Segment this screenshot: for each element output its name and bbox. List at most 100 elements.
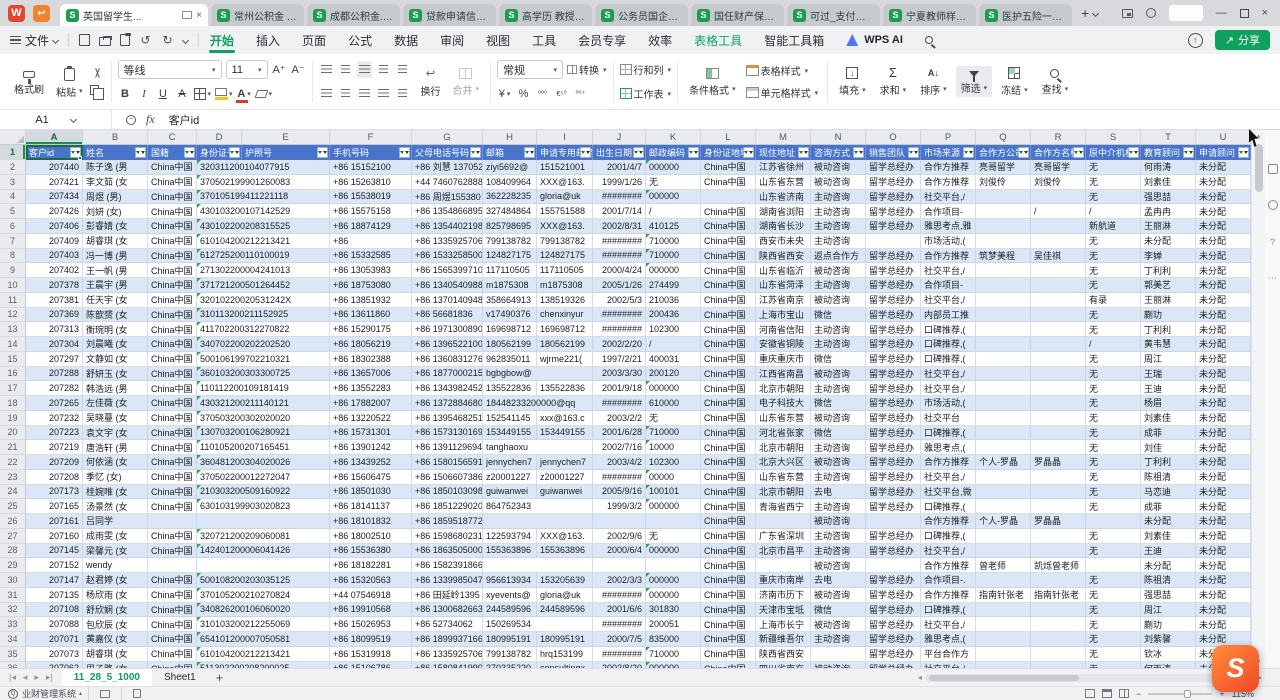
scroll-up-icon[interactable]: ▴ <box>1257 130 1261 142</box>
more-icon[interactable]: ⋯ <box>1267 273 1278 284</box>
cell-G7[interactable]: +86 1335925706 <box>412 234 483 249</box>
tab-close-icon[interactable]: × <box>196 10 202 21</box>
cell-D23[interactable]: 370502200012272047 <box>197 470 330 485</box>
cell-T5[interactable]: 孟冉冉 <box>1141 204 1196 219</box>
cell-J4[interactable]: ######## <box>593 190 646 205</box>
decrease-indent-button[interactable] <box>376 61 391 78</box>
cell-M14[interactable]: 安徽省铜陵 <box>756 337 811 352</box>
cell-Q7[interactable] <box>976 234 1031 249</box>
cell-M2[interactable]: 江苏省徐州 <box>756 160 811 175</box>
cell-R35[interactable] <box>1031 647 1086 662</box>
cell-B5[interactable]: 刘妍 (女) <box>83 204 148 219</box>
cell-K35[interactable]: 710000 <box>646 647 701 662</box>
cell-G31[interactable]: +86 田延岭1395 <box>412 588 483 603</box>
cell-D27[interactable]: 320721200209060081 <box>197 529 330 544</box>
cell-S17[interactable]: 无 <box>1086 381 1141 396</box>
cell-I30[interactable]: 153205639 <box>537 573 593 588</box>
cell-J27[interactable]: 2002/9/6 <box>593 529 646 544</box>
cell-C35[interactable]: China中国 <box>148 647 197 662</box>
cell-T12[interactable]: 蒯玏 <box>1141 308 1196 323</box>
cell-K7[interactable]: 710000 <box>646 234 701 249</box>
cell-L30[interactable]: China中国 <box>701 573 756 588</box>
header-cell-N1[interactable]: 咨询方式 <box>811 145 866 160</box>
cell-S27[interactable]: 无 <box>1086 529 1141 544</box>
rows-cols-button[interactable]: 行和列▾ <box>620 62 672 77</box>
header-cell-T1[interactable]: 教育顾问 <box>1141 145 1196 160</box>
cell-K16[interactable]: 200120 <box>646 367 701 382</box>
cell-R26[interactable]: 罗晶晶 <box>1031 514 1086 529</box>
row-header-5[interactable]: 5 <box>0 204 26 219</box>
cell-F25[interactable]: +86 18141137 <box>330 499 412 514</box>
cell-H24[interactable]: guiwanwei <box>483 485 537 500</box>
cell-G30[interactable]: +86 1339985047 <box>412 573 483 588</box>
filter-dropdown-icon[interactable] <box>399 147 410 158</box>
cell-P4[interactable]: 社交平台,/ <box>921 190 976 205</box>
cell-K4[interactable]: 000000 <box>646 190 701 205</box>
cell-C14[interactable]: China中国 <box>148 337 197 352</box>
cell-N14[interactable]: 主动咨询 <box>811 337 866 352</box>
file-tab[interactable]: S国任财产保险样本.. <box>691 4 784 26</box>
ribbon-search-button[interactable] <box>914 26 944 54</box>
cell-T10[interactable]: 郭美艺 <box>1141 278 1196 293</box>
cell-L33[interactable]: China中国 <box>701 617 756 632</box>
cell-K3[interactable]: 无 <box>646 175 701 190</box>
account-avatar[interactable] <box>1169 5 1203 21</box>
file-menu-button[interactable]: 文件 <box>0 26 68 54</box>
cell-P34[interactable]: 雅思考点,( <box>921 632 976 647</box>
cell-Q17[interactable] <box>976 381 1031 396</box>
cell-H6[interactable]: 825798695 <box>483 219 537 234</box>
cell-I19[interactable]: xxx@163.c <box>537 411 593 426</box>
cell-H15[interactable]: 962835011 <box>483 352 537 367</box>
status-tool-icon[interactable] <box>100 690 110 698</box>
cell-P27[interactable]: 口碑推荐,( <box>921 529 976 544</box>
cell-L18[interactable]: China中国 <box>701 396 756 411</box>
filter-dropdown-icon[interactable] <box>908 147 919 158</box>
cell-D9[interactable]: 271302200004241013 <box>197 263 330 278</box>
cell-N13[interactable]: 主动咨询 <box>811 322 866 337</box>
cell-O18[interactable]: 留学总经办 <box>866 396 921 411</box>
cell-P5[interactable]: 合作项目- <box>921 204 976 219</box>
cell-B20[interactable]: 袁文宇 (女 <box>83 426 148 441</box>
cell-S21[interactable]: 无 <box>1086 440 1141 455</box>
cell-L7[interactable]: China中国 <box>701 234 756 249</box>
header-cell-S1[interactable]: 原中介机构 <box>1086 145 1141 160</box>
row-header-27[interactable]: 27 <box>0 529 26 544</box>
cell-J5[interactable]: 2001/7/14 <box>593 204 646 219</box>
cell-J6[interactable]: 2002/8/31 <box>593 219 646 234</box>
row-header-4[interactable]: 4 <box>0 190 26 205</box>
cell-F13[interactable]: +86 15290175 <box>330 322 412 337</box>
cell-R5[interactable]: / <box>1031 204 1086 219</box>
cell-U31[interactable]: 未分配 <box>1196 588 1251 603</box>
cell-A30[interactable]: 207147 <box>26 573 83 588</box>
cell-C33[interactable]: China中国 <box>148 617 197 632</box>
align-middle-button[interactable] <box>338 61 353 78</box>
table-style-button[interactable]: 表格样式▾ <box>746 63 809 78</box>
cell-J15[interactable]: 1997/2/21 <box>593 352 646 367</box>
cell-B33[interactable]: 包欣辰 (女 <box>83 617 148 632</box>
cell-K34[interactable]: 835000 <box>646 632 701 647</box>
cell-A9[interactable]: 207402 <box>26 263 83 278</box>
cell-J12[interactable]: ######## <box>593 308 646 323</box>
cell-I9[interactable]: 117110505 <box>537 263 593 278</box>
cell-R4[interactable] <box>1031 190 1086 205</box>
cell-M21[interactable]: 北京市朝阳 <box>756 440 811 455</box>
cell-B6[interactable]: 彭睿婧 (女 <box>83 219 148 234</box>
upload-icon[interactable]: ↑ <box>1188 33 1203 48</box>
cell-F31[interactable]: +44 07546918 <box>330 588 412 603</box>
cell-U20[interactable]: 未分配 <box>1196 426 1251 441</box>
cell-G4[interactable]: +86 周煜155380 <box>412 190 483 205</box>
cell-U4[interactable]: 未分配 <box>1196 190 1251 205</box>
cell-F7[interactable]: +86 <box>330 234 412 249</box>
cell-I14[interactable]: 180562199 <box>537 337 593 352</box>
cell-D19[interactable]: 370503200302020020 <box>197 411 330 426</box>
filter-dropdown-icon[interactable] <box>229 147 240 158</box>
cell-F30[interactable]: +86 15320563 <box>330 573 412 588</box>
cell-B24[interactable]: 桂婉唯 (女 <box>83 485 148 500</box>
cell-G24[interactable]: +86 1850103098 <box>412 485 483 500</box>
cell-S23[interactable]: 无 <box>1086 470 1141 485</box>
cell-O29[interactable] <box>866 558 921 573</box>
cell-L10[interactable]: China中国 <box>701 278 756 293</box>
cell-A19[interactable]: 207232 <box>26 411 83 426</box>
cell-F6[interactable]: +86 18874129 <box>330 219 412 234</box>
cell-R30[interactable] <box>1031 573 1086 588</box>
